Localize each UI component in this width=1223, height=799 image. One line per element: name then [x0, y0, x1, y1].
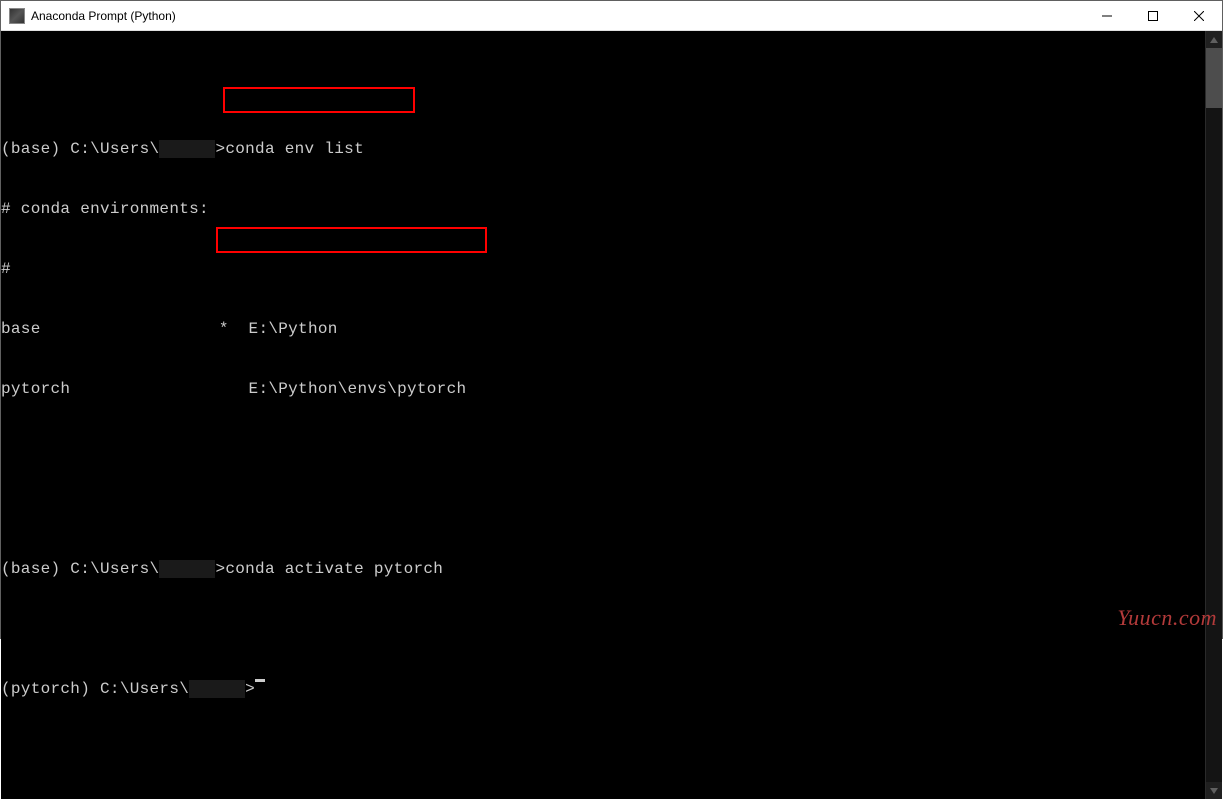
terminal-content[interactable]: (base) C:\Users\>conda env list # conda …	[1, 31, 1205, 799]
prompt-prefix: (pytorch) C:\Users\	[1, 680, 189, 698]
output-text: #	[1, 260, 11, 278]
maximize-button[interactable]	[1130, 1, 1176, 30]
terminal-line	[1, 619, 1205, 639]
spacer	[41, 320, 219, 338]
window-controls	[1084, 1, 1222, 30]
titlebar[interactable]: Anaconda Prompt (Python)	[1, 1, 1222, 31]
anaconda-prompt-window: Anaconda Prompt (Python) (base) C:\Users…	[0, 0, 1223, 639]
env-path: * E:\Python	[219, 320, 338, 338]
redacted-username	[159, 140, 215, 158]
scrollbar-down-arrow[interactable]	[1206, 782, 1222, 799]
terminal-line	[1, 439, 1205, 459]
cursor	[255, 679, 265, 682]
terminal-line: pytorch E:\Python\envs\pytorch	[1, 379, 1205, 399]
terminal-line: (base) C:\Users\ >conda env list	[1, 139, 1205, 159]
prompt-gt: >	[215, 560, 225, 578]
env-name: base	[1, 320, 41, 338]
scrollbar-up-arrow[interactable]	[1206, 31, 1222, 48]
prompt-prefix: (base) C:\Users\	[1, 140, 159, 158]
terminal-area: (base) C:\Users\>conda env list # conda …	[1, 31, 1222, 799]
window-title: Anaconda Prompt (Python)	[31, 9, 1084, 23]
terminal-line: #	[1, 259, 1205, 279]
env-name: pytorch	[1, 380, 70, 398]
scrollbar-thumb[interactable]	[1206, 48, 1222, 108]
minimize-icon	[1102, 11, 1112, 21]
vertical-scrollbar[interactable]	[1205, 31, 1222, 799]
env-path: E:\Python\envs\pytorch	[249, 380, 467, 398]
prompt-gt: >	[245, 680, 255, 698]
highlight-box-2	[216, 227, 487, 253]
terminal-line: (pytorch) C:\Users\ >	[1, 679, 1205, 699]
command-text: conda activate pytorch	[225, 560, 443, 578]
terminal-line	[1, 499, 1205, 519]
maximize-icon	[1148, 11, 1158, 21]
prompt-prefix: (base) C:\Users\	[1, 560, 159, 578]
redacted-username	[159, 560, 215, 578]
output-text: # conda environments:	[1, 200, 209, 218]
terminal-line: # conda environments:	[1, 199, 1205, 219]
close-button[interactable]	[1176, 1, 1222, 30]
minimize-button[interactable]	[1084, 1, 1130, 30]
redacted-username	[189, 680, 245, 698]
terminal-line: (base) C:\Users\ >conda activate pytorch	[1, 559, 1205, 579]
close-icon	[1194, 11, 1204, 21]
scrollbar-track[interactable]	[1206, 48, 1222, 782]
prompt-gt: >	[215, 140, 225, 158]
terminal-line: base * E:\Python	[1, 319, 1205, 339]
app-icon	[9, 8, 25, 24]
chevron-down-icon	[1210, 788, 1218, 794]
spacer	[70, 380, 248, 398]
chevron-up-icon	[1210, 37, 1218, 43]
command-text: conda env list	[225, 140, 364, 158]
